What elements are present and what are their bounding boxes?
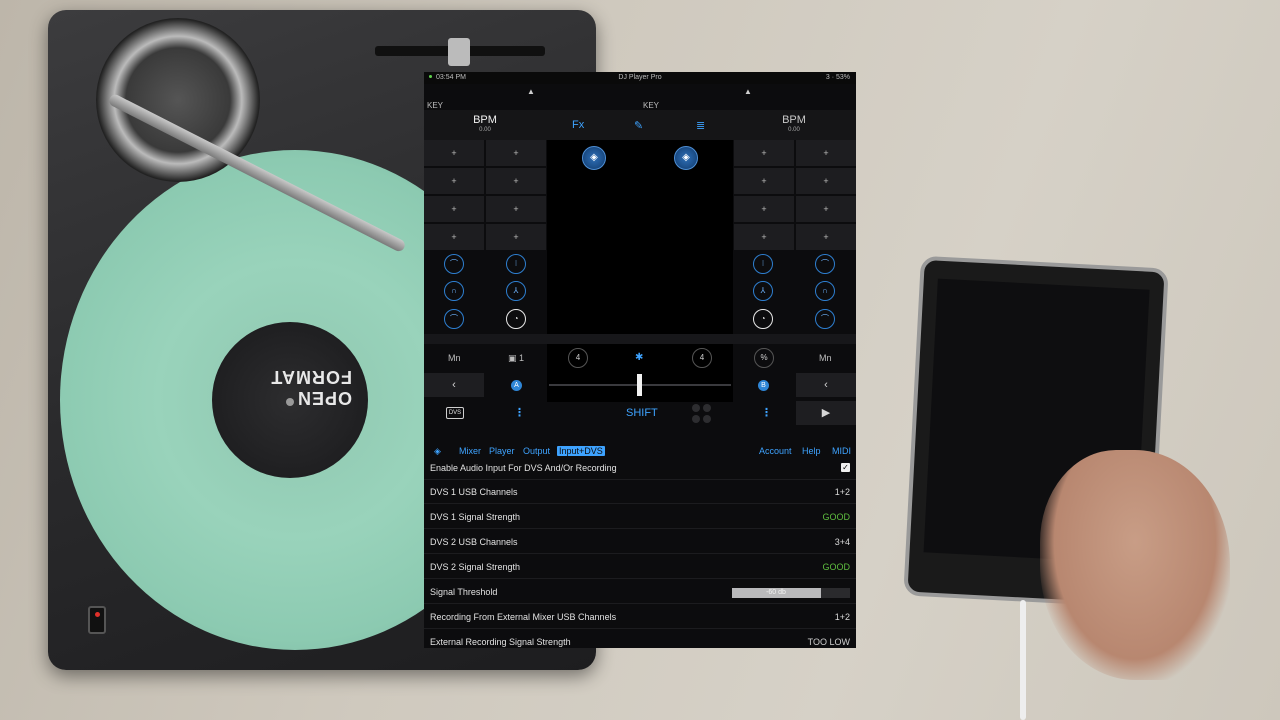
list-icon[interactable]: ≣ xyxy=(696,119,705,132)
status-badge: GOOD xyxy=(822,512,850,522)
spindle xyxy=(286,398,294,406)
loop-left-button[interactable]: ▣ 1 xyxy=(508,353,524,364)
key-left[interactable]: KEY xyxy=(427,101,443,110)
back-left-button[interactable]: ‹ xyxy=(424,373,484,397)
percent-ring[interactable]: % xyxy=(754,348,774,368)
nudge-left-knob-icon[interactable]: ⅄ xyxy=(506,281,526,301)
pad-left-2[interactable]: + xyxy=(486,140,546,166)
tab-account[interactable]: Account xyxy=(759,446,792,456)
right-menu-icon[interactable]: ⋮ xyxy=(761,406,772,419)
pad-left-3[interactable]: + xyxy=(424,168,484,194)
deck-a-badge[interactable]: A xyxy=(511,380,522,391)
pad-right-6[interactable]: + xyxy=(796,196,856,222)
status-app-title: DJ Player Pro xyxy=(618,74,662,81)
eject-right-icon[interactable]: ▲ xyxy=(744,87,752,96)
setting-enable-audio[interactable]: Enable Audio Input For DVS And/Or Record… xyxy=(424,461,856,480)
setting-dvs2-usb[interactable]: DVS 2 USB Channels 3+4 xyxy=(424,530,856,554)
pitch-left-ring[interactable]: 4 xyxy=(568,348,588,368)
pad-left-8[interactable]: + xyxy=(486,224,546,250)
eq-mid-left-knob-icon[interactable]: ∩ xyxy=(444,281,464,301)
left-menu-icon[interactable]: ⋮ xyxy=(514,406,525,419)
pad-left-7[interactable]: + xyxy=(424,224,484,250)
pad-right-7[interactable]: + xyxy=(734,224,794,250)
vinyl-label-text: OPEN FORMAT xyxy=(270,367,352,408)
play-button[interactable]: ▶ xyxy=(796,401,856,425)
eq-low-right-knob-icon[interactable]: ⌒ xyxy=(815,309,835,329)
fx-button[interactable]: Fx xyxy=(572,119,584,131)
tab-mixer[interactable]: Mixer xyxy=(459,446,481,456)
key-right[interactable]: KEY xyxy=(643,101,659,110)
pad-right-2[interactable]: + xyxy=(796,140,856,166)
deck-header: BPM 0.00 Fx ✎ ≣ BPM 0.00 xyxy=(424,110,856,140)
crossfader-handle[interactable] xyxy=(637,374,642,396)
eq-mid-right-knob-icon[interactable]: ∩ xyxy=(815,281,835,301)
threshold-slider[interactable]: -60 db xyxy=(732,588,850,598)
mn-right-button[interactable]: Mn xyxy=(819,353,832,363)
nudge-right-knob-icon[interactable]: ⅄ xyxy=(753,281,773,301)
deck-right-avatar-icon[interactable]: ◈ xyxy=(674,146,698,170)
bpm-left[interactable]: BPM 0.00 xyxy=(465,114,505,133)
pitch-fader-knob xyxy=(448,38,470,66)
bpm-right[interactable]: BPM 0.00 xyxy=(774,114,814,133)
setting-dvs1-usb[interactable]: DVS 1 USB Channels 1+2 xyxy=(424,480,856,504)
tab-output[interactable]: Output xyxy=(523,446,550,456)
eq-low-left-knob-icon[interactable]: ⌒ xyxy=(444,309,464,329)
dvs-toggle[interactable]: DVS xyxy=(446,407,464,419)
gain-left-knob-icon[interactable]: ◔ xyxy=(506,309,526,329)
tab-midi[interactable]: MIDI xyxy=(832,446,851,456)
sync-left-knob-icon[interactable]: ⁝ xyxy=(506,254,526,274)
settings-gear-icon[interactable]: ✱ xyxy=(635,352,643,363)
gain-right-knob-icon[interactable]: ◔ xyxy=(753,309,773,329)
pitch-right-ring[interactable]: 4 xyxy=(692,348,712,368)
dj-player-app: 03:54 PM DJ Player Pro 3 · 53% ▲ ▲ KEY K… xyxy=(424,72,856,648)
pad-right-4[interactable]: + xyxy=(796,168,856,194)
setting-ext-signal: External Recording Signal Strength TOO L… xyxy=(424,630,856,648)
pad-left-1[interactable]: + xyxy=(424,140,484,166)
filter-left-knob-icon[interactable]: ⌒ xyxy=(444,254,464,274)
setting-recording-usb[interactable]: Recording From External Mixer USB Channe… xyxy=(424,605,856,629)
grid-icon[interactable] xyxy=(692,404,712,424)
pad-right-5[interactable]: + xyxy=(734,196,794,222)
pad-left-4[interactable]: + xyxy=(486,168,546,194)
back-right-button[interactable]: ‹ xyxy=(796,373,856,397)
status-bar: 03:54 PM DJ Player Pro 3 · 53% xyxy=(424,72,856,84)
pencil-icon[interactable]: ✎ xyxy=(634,119,643,132)
status-battery: 3 · 53% xyxy=(825,74,850,81)
tab-deck-icon[interactable]: ◈ xyxy=(434,446,441,457)
enable-audio-checkbox[interactable]: ✓ xyxy=(841,463,850,472)
shift-button[interactable]: SHIFT xyxy=(626,407,658,419)
divider xyxy=(424,334,856,344)
filter-right-knob-icon[interactable]: ⌒ xyxy=(815,254,835,274)
tab-player[interactable]: Player xyxy=(489,446,515,456)
pad-right-3[interactable]: + xyxy=(734,168,794,194)
power-switch xyxy=(88,606,106,634)
pad-right-1[interactable]: + xyxy=(734,140,794,166)
tab-help[interactable]: Help xyxy=(802,446,821,456)
setting-dvs2-signal: DVS 2 Signal Strength GOOD xyxy=(424,555,856,579)
status-badge: GOOD xyxy=(822,562,850,572)
tab-input-dvs[interactable]: Input+DVS xyxy=(557,446,605,456)
sync-right-knob-icon[interactable]: ⁝ xyxy=(753,254,773,274)
eject-left-icon[interactable]: ▲ xyxy=(527,87,535,96)
pad-left-5[interactable]: + xyxy=(424,196,484,222)
usb-cable xyxy=(1020,600,1026,720)
deck-b-badge[interactable]: B xyxy=(758,380,769,391)
setting-threshold[interactable]: Signal Threshold -60 db xyxy=(424,580,856,604)
pad-right-8[interactable]: + xyxy=(796,224,856,250)
status-badge: TOO LOW xyxy=(807,637,850,647)
deck-left-avatar-icon[interactable]: ◈ xyxy=(582,146,606,170)
power-led xyxy=(95,612,100,617)
hand xyxy=(1040,450,1230,680)
pad-left-6[interactable]: + xyxy=(486,196,546,222)
setting-dvs1-signal: DVS 1 Signal Strength GOOD xyxy=(424,505,856,529)
settings-tabs: ◈ Mixer Player Output Input+DVS Account … xyxy=(424,442,856,460)
loop-icon: ▣ xyxy=(508,353,517,363)
mn-left-button[interactable]: Mn xyxy=(448,353,461,363)
